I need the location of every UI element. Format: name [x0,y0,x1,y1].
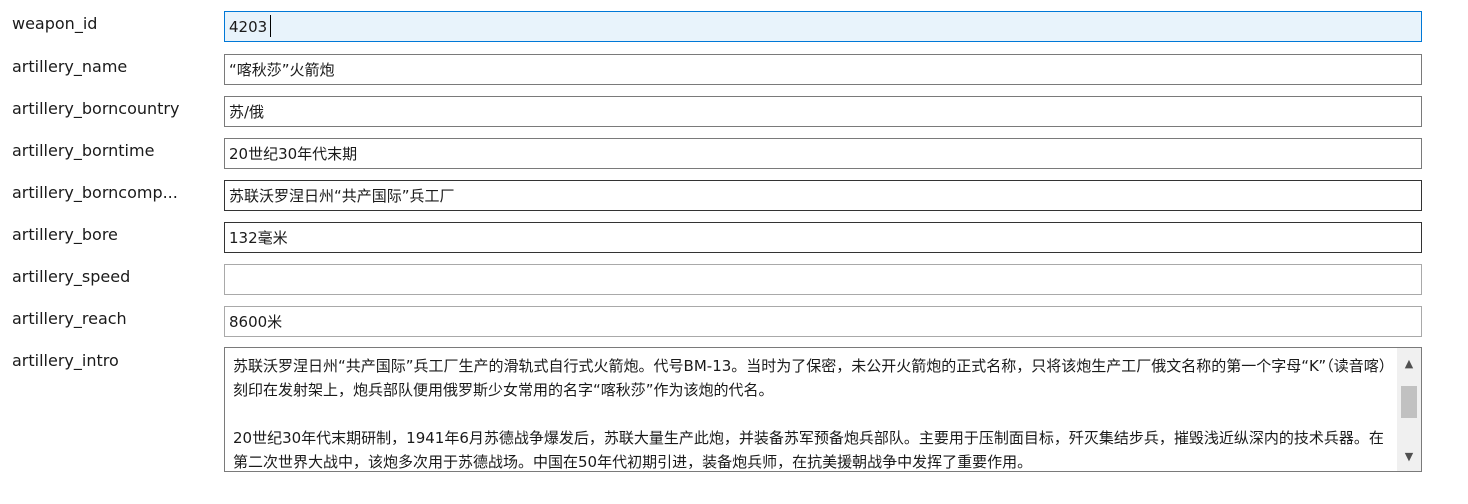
artillery-borncountry-label: artillery_borncountry [12,99,180,118]
artillery-borntime-label: artillery_borntime [12,141,155,160]
record-edit-form: weapon_id artillery_name artillery_bornc… [0,0,1468,504]
artillery-speed-label: artillery_speed [12,267,131,286]
artillery-borncompany-label: artillery_borncomp... [12,183,178,202]
artillery-reach-label: artillery_reach [12,309,127,328]
artillery-bore-label: artillery_bore [12,225,118,244]
artillery-intro-label: artillery_intro [12,351,119,370]
intro-paragraph-1: 苏联沃罗涅日州“共产国际”兵工厂生产的滑轨式自行式火箭炮。代号BM-13。当时为… [233,357,1387,399]
weapon-id-input[interactable] [224,11,1422,42]
artillery-bore-input[interactable] [224,222,1422,253]
artillery-borncompany-input[interactable] [224,180,1422,211]
artillery-speed-input[interactable] [224,264,1422,295]
artillery-borncountry-input[interactable] [224,96,1422,127]
scroll-up-arrow-icon[interactable]: ▲ [1397,354,1421,374]
artillery-borntime-input[interactable] [224,138,1422,169]
weapon-id-label: weapon_id [12,14,98,33]
artillery-intro-text: 苏联沃罗涅日州“共产国际”兵工厂生产的滑轨式自行式火箭炮。代号BM-13。当时为… [233,354,1393,471]
scroll-down-arrow-icon[interactable]: ▼ [1397,447,1421,467]
artillery-reach-input[interactable] [224,306,1422,337]
intro-paragraph-2: 20世纪30年代末期研制，1941年6月苏德战争爆发后，苏联大量生产此炮，并装备… [233,429,1384,471]
artillery-intro-textarea[interactable]: 苏联沃罗涅日州“共产国际”兵工厂生产的滑轨式自行式火箭炮。代号BM-13。当时为… [224,347,1422,472]
vertical-scrollbar[interactable]: ▲ ▼ [1397,348,1421,471]
artillery-name-label: artillery_name [12,57,128,76]
artillery-name-input[interactable] [224,54,1422,85]
scrollbar-thumb[interactable] [1401,386,1417,418]
text-caret [270,15,271,37]
